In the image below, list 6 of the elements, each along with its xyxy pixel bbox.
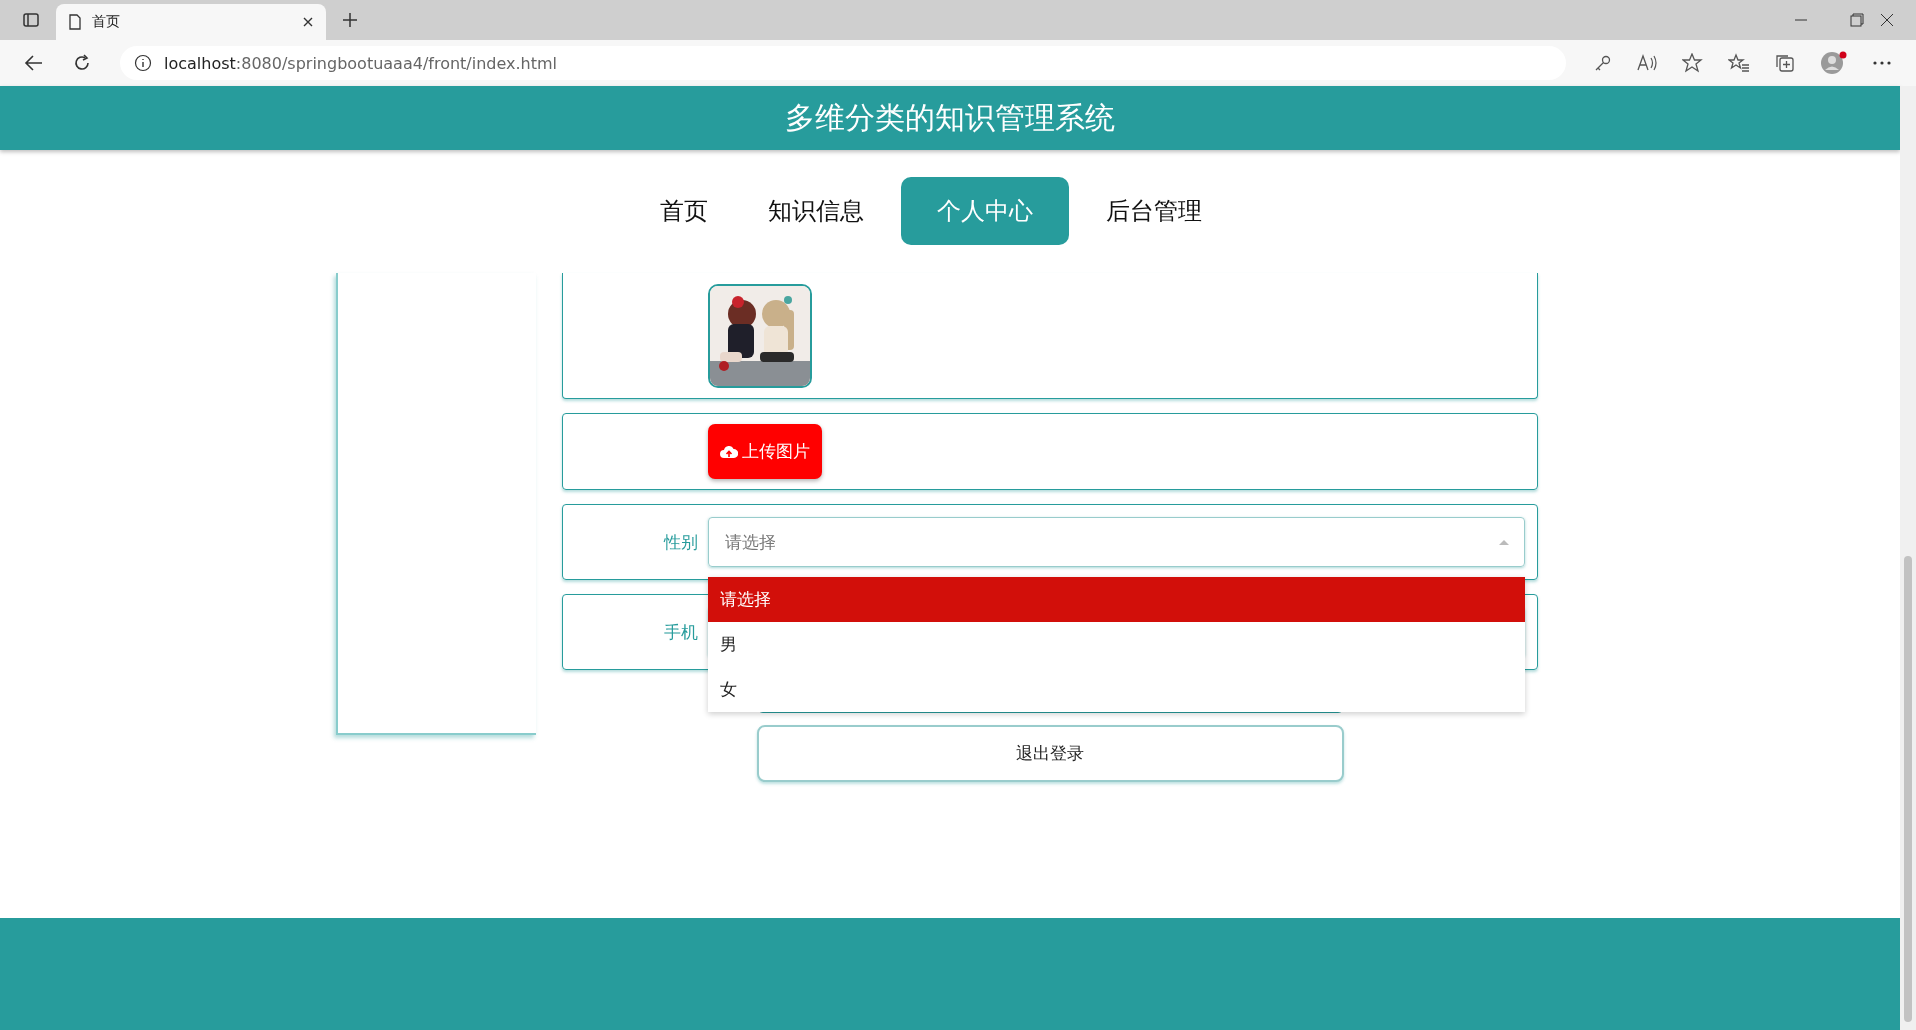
site-title: 多维分类的知识管理系统 xyxy=(785,98,1115,137)
url-text: localhost:8080/springbootuaaa4/front/index.html xyxy=(164,53,558,73)
tab-title: 首页 xyxy=(92,13,121,31)
field-label: 性别 xyxy=(662,530,699,554)
field-label: 手机 xyxy=(663,620,699,644)
select-placeholder: 请选择 xyxy=(725,530,776,554)
